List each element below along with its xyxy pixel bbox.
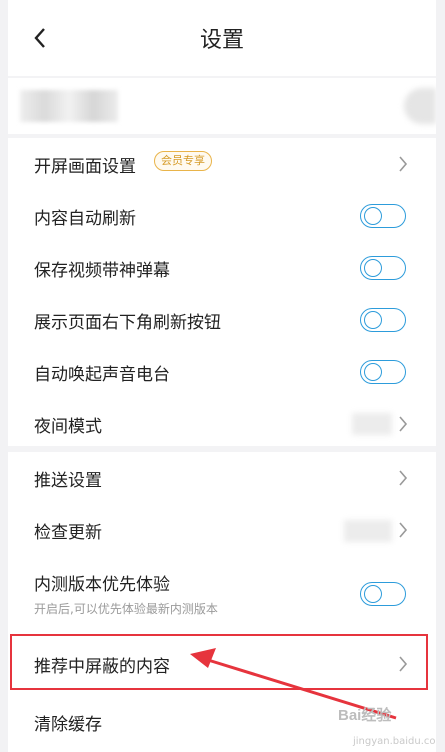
watermark-brand: Bai经验 (338, 707, 392, 724)
annotation-arrow-icon (190, 648, 397, 720)
watermark-url: jingyan.baidu.com (353, 736, 436, 747)
settings-screen: 设置 开屏画面设置 会员专享 内容自动刷新 保存视频带神弹幕 展示页面右下角刷新… (8, 0, 436, 752)
